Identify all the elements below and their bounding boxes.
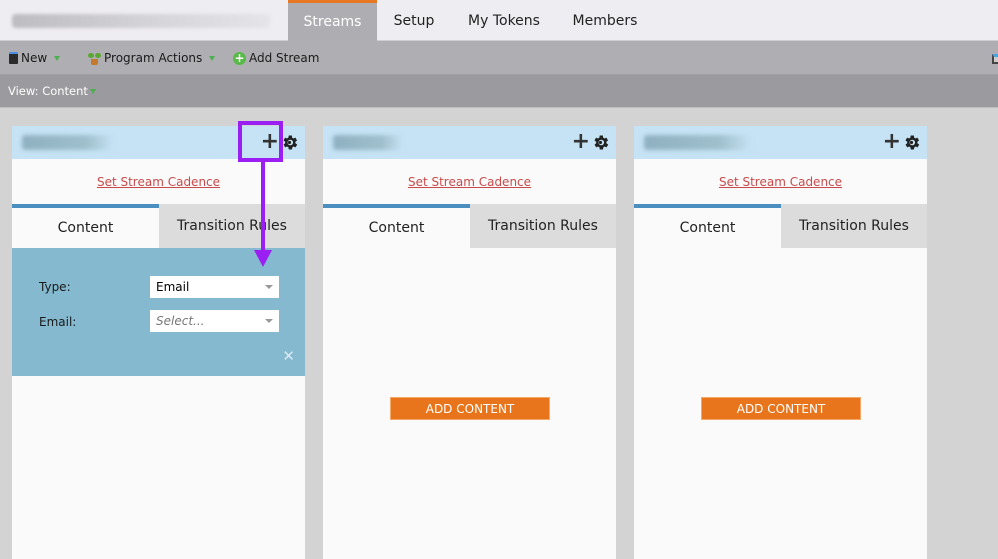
add-stream-label: Add Stream bbox=[249, 51, 320, 65]
add-content-plus-icon[interactable]: + bbox=[883, 131, 901, 153]
annotation-arrow-line bbox=[261, 162, 265, 254]
tab-transition-rules[interactable]: Transition Rules bbox=[159, 204, 305, 248]
close-icon[interactable]: ✕ bbox=[282, 349, 295, 364]
gear-icon[interactable] bbox=[902, 133, 921, 152]
dropdown-triangle-icon bbox=[89, 88, 96, 94]
type-select[interactable]: Email bbox=[150, 276, 279, 298]
chevron-down-icon bbox=[265, 319, 273, 323]
tab-streams[interactable]: Streams bbox=[288, 0, 377, 41]
view-selector[interactable]: View: Content bbox=[8, 84, 96, 98]
cadence-row: Set Stream Cadence bbox=[323, 159, 616, 204]
window-icon[interactable] bbox=[992, 54, 998, 64]
set-stream-cadence-link[interactable]: Set Stream Cadence bbox=[719, 175, 842, 189]
stream-header: + bbox=[323, 126, 616, 159]
email-select[interactable]: Select... bbox=[150, 310, 279, 332]
email-label: Email: bbox=[39, 315, 77, 329]
tab-transition-rules[interactable]: Transition Rules bbox=[470, 204, 616, 248]
tab-content[interactable]: Content bbox=[634, 204, 781, 248]
add-content-button[interactable]: ADD CONTENT bbox=[701, 397, 861, 420]
type-value: Email bbox=[156, 280, 190, 294]
annotation-highlight-box bbox=[238, 121, 283, 162]
top-nav-bar: Streams Setup My Tokens Members bbox=[0, 0, 998, 41]
chevron-down-icon bbox=[265, 285, 273, 289]
stream-header: + bbox=[634, 126, 927, 159]
stream-tabs: Content Transition Rules bbox=[323, 204, 616, 248]
add-circle-icon: + bbox=[233, 50, 246, 65]
set-stream-cadence-link[interactable]: Set Stream Cadence bbox=[97, 175, 220, 189]
stream-card: + Set Stream Cadence Content Transition … bbox=[634, 126, 927, 559]
tab-my-tokens[interactable]: My Tokens bbox=[460, 0, 548, 41]
program-actions-menu-button[interactable]: Program Actions bbox=[88, 50, 216, 66]
new-label: New bbox=[21, 51, 48, 65]
add-content-panel: Type: Email Email: Select... ✕ bbox=[12, 248, 305, 376]
tab-content[interactable]: Content bbox=[12, 204, 159, 248]
stream-tabs: Content Transition Rules bbox=[634, 204, 927, 248]
stream-card: + Set Stream Cadence Content Transition … bbox=[323, 126, 616, 559]
stream-name-redacted bbox=[333, 135, 403, 150]
tab-transition-rules[interactable]: Transition Rules bbox=[781, 204, 927, 248]
stream-name-redacted bbox=[22, 135, 114, 150]
dropdown-triangle-icon bbox=[54, 55, 61, 61]
new-menu-button[interactable]: New bbox=[9, 50, 61, 66]
plant-pot-icon bbox=[88, 52, 101, 65]
new-book-icon bbox=[9, 52, 18, 64]
add-stream-button[interactable]: + Add Stream bbox=[233, 50, 319, 66]
email-placeholder: Select... bbox=[156, 314, 205, 328]
dropdown-triangle-icon bbox=[209, 55, 216, 61]
add-content-button[interactable]: ADD CONTENT bbox=[390, 397, 550, 420]
cadence-row: Set Stream Cadence bbox=[634, 159, 927, 204]
tab-content[interactable]: Content bbox=[323, 204, 470, 248]
stream-name-redacted bbox=[644, 135, 752, 150]
add-content-plus-icon[interactable]: + bbox=[572, 131, 590, 153]
gear-icon[interactable] bbox=[591, 133, 610, 152]
tab-setup[interactable]: Setup bbox=[386, 0, 442, 41]
view-label: View: Content bbox=[8, 84, 88, 98]
view-bar: View: Content bbox=[0, 75, 998, 108]
program-actions-label: Program Actions bbox=[104, 51, 203, 65]
toolbar: New Program Actions + Add Stream bbox=[0, 41, 998, 75]
program-name-redacted bbox=[12, 14, 270, 28]
annotation-arrow-head-icon bbox=[254, 250, 272, 267]
tab-members[interactable]: Members bbox=[564, 0, 646, 41]
set-stream-cadence-link[interactable]: Set Stream Cadence bbox=[408, 175, 531, 189]
type-label: Type: bbox=[39, 280, 71, 294]
